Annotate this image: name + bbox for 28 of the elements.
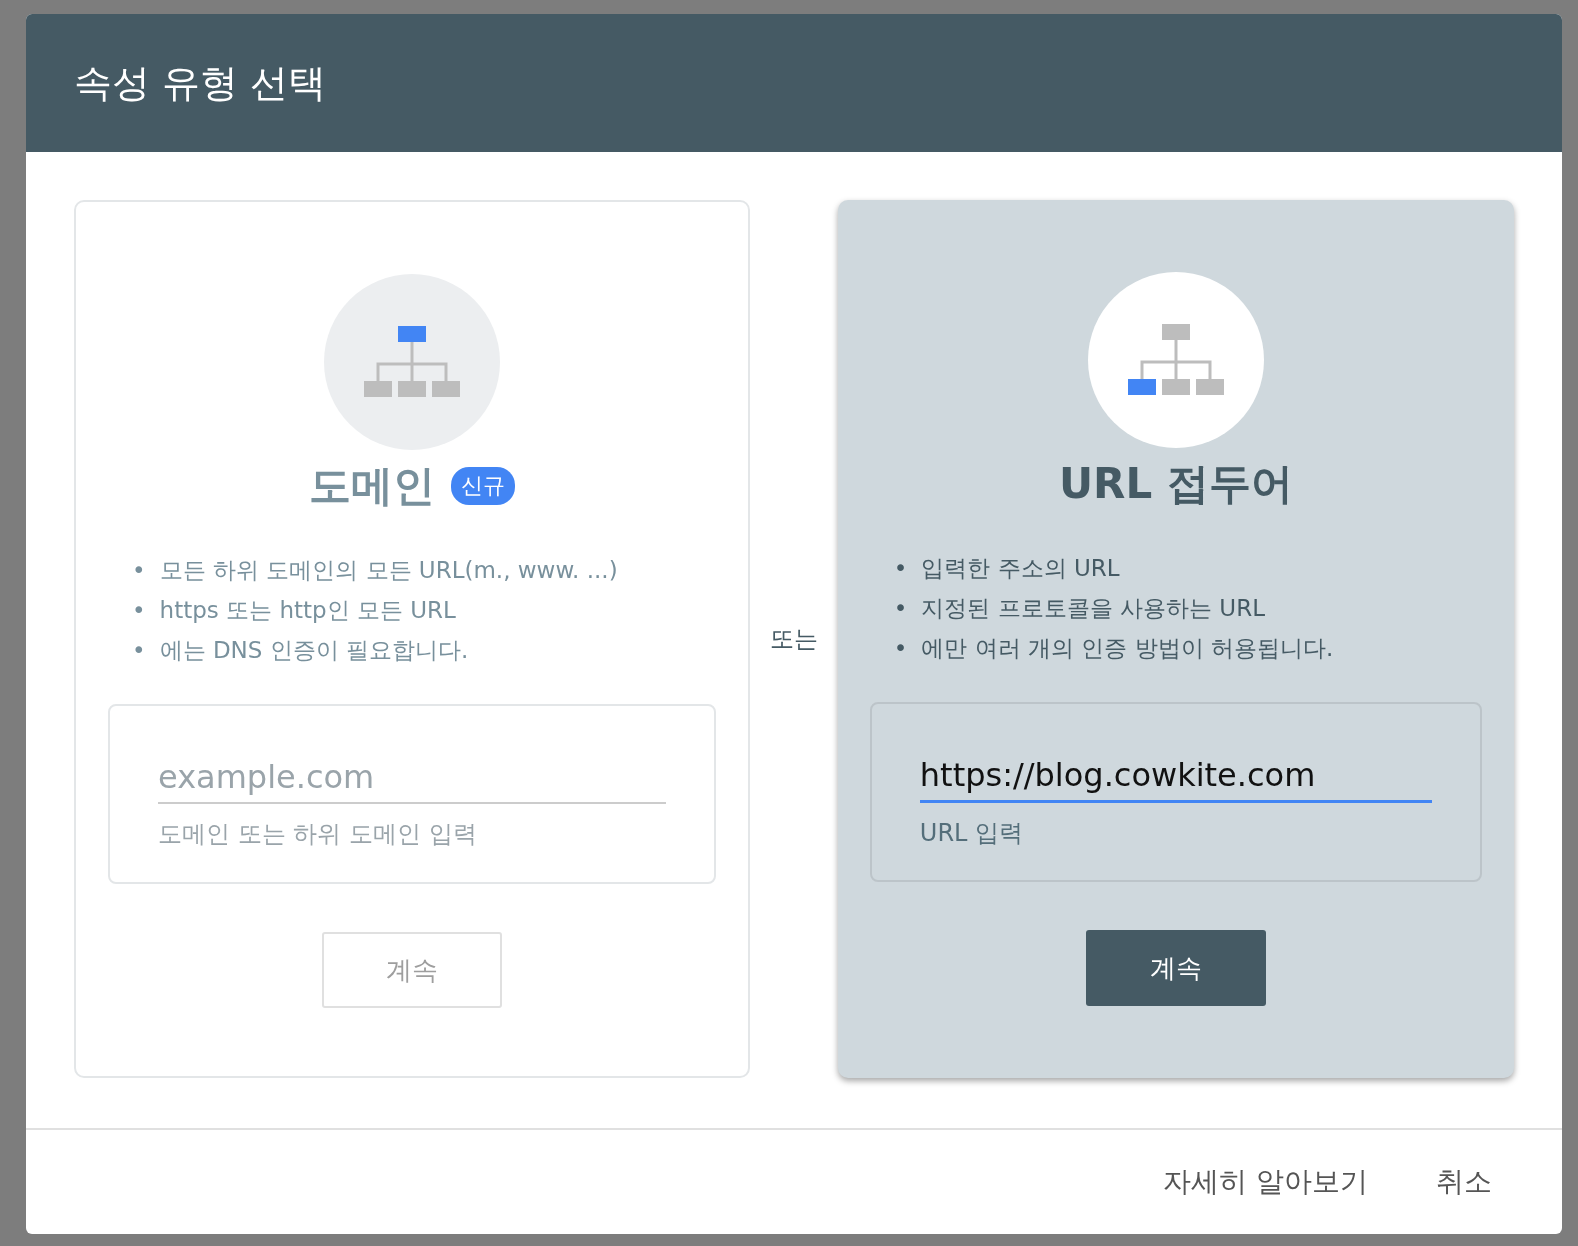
feature-item: 에는 DNS 인증이 필요합니다. [159, 636, 469, 665]
property-card[interactable]: 도메인 신규 • 모든 하위 도메인의 모든 URL(m., www. ...) • https 또는 http인 모든 URL • 에는 DNS 인증이 필요합니다. example.com 도메인 또는 하위 도메인 입력 계속 [74, 200, 751, 1078]
footer-link[interactable]: 자세히 알아보기 [1163, 1163, 1368, 1201]
bullet-marker: • [893, 594, 908, 623]
card-title: 도메인 [309, 460, 436, 512]
separator-text: 또는 [769, 624, 819, 655]
helper-text: 도메인 또는 하위 도메인 입력 [158, 819, 477, 850]
input-field[interactable]: example.com [158, 754, 667, 804]
footer-link[interactable]: 취소 [1436, 1163, 1492, 1201]
bullet-marker: • [132, 636, 146, 665]
bullet-marker: • [893, 634, 908, 663]
feature-item: 모든 하위 도메인의 모든 URL(m., www. ...) [159, 556, 618, 585]
bullet-marker: • [132, 596, 146, 625]
dialog-title: 속성 유형 선택 [74, 59, 327, 107]
property-card[interactable]: URL 접두어 • 입력한 주소의 URL • 지정된 프로토콜을 사용하는 URL • 에만 여러 개의 인증 방법이 허용됩니다. https://blog.cowkite.com URL 입력 계속 [837, 200, 1514, 1078]
bullet-marker: • [893, 554, 908, 583]
card-title: URL 접두어 [1059, 458, 1293, 510]
continue-button[interactable]: 계속 [1085, 930, 1266, 1006]
helper-text: URL 입력 [919, 818, 1024, 849]
feature-item: 입력한 주소의 URL [921, 554, 1120, 583]
sitemap-icon [1127, 324, 1224, 396]
new-badge: 신규 [451, 467, 516, 505]
input-field[interactable]: https://blog.cowkite.com [919, 752, 1432, 803]
feature-item: 지정된 프로토콜을 사용하는 URL [921, 594, 1265, 623]
sitemap-icon [364, 326, 461, 398]
bullet-marker: • [132, 556, 146, 585]
feature-item: https 또는 http인 모든 URL [159, 596, 456, 625]
feature-item: 에만 여러 개의 인증 방법이 허용됩니다. [921, 634, 1334, 663]
